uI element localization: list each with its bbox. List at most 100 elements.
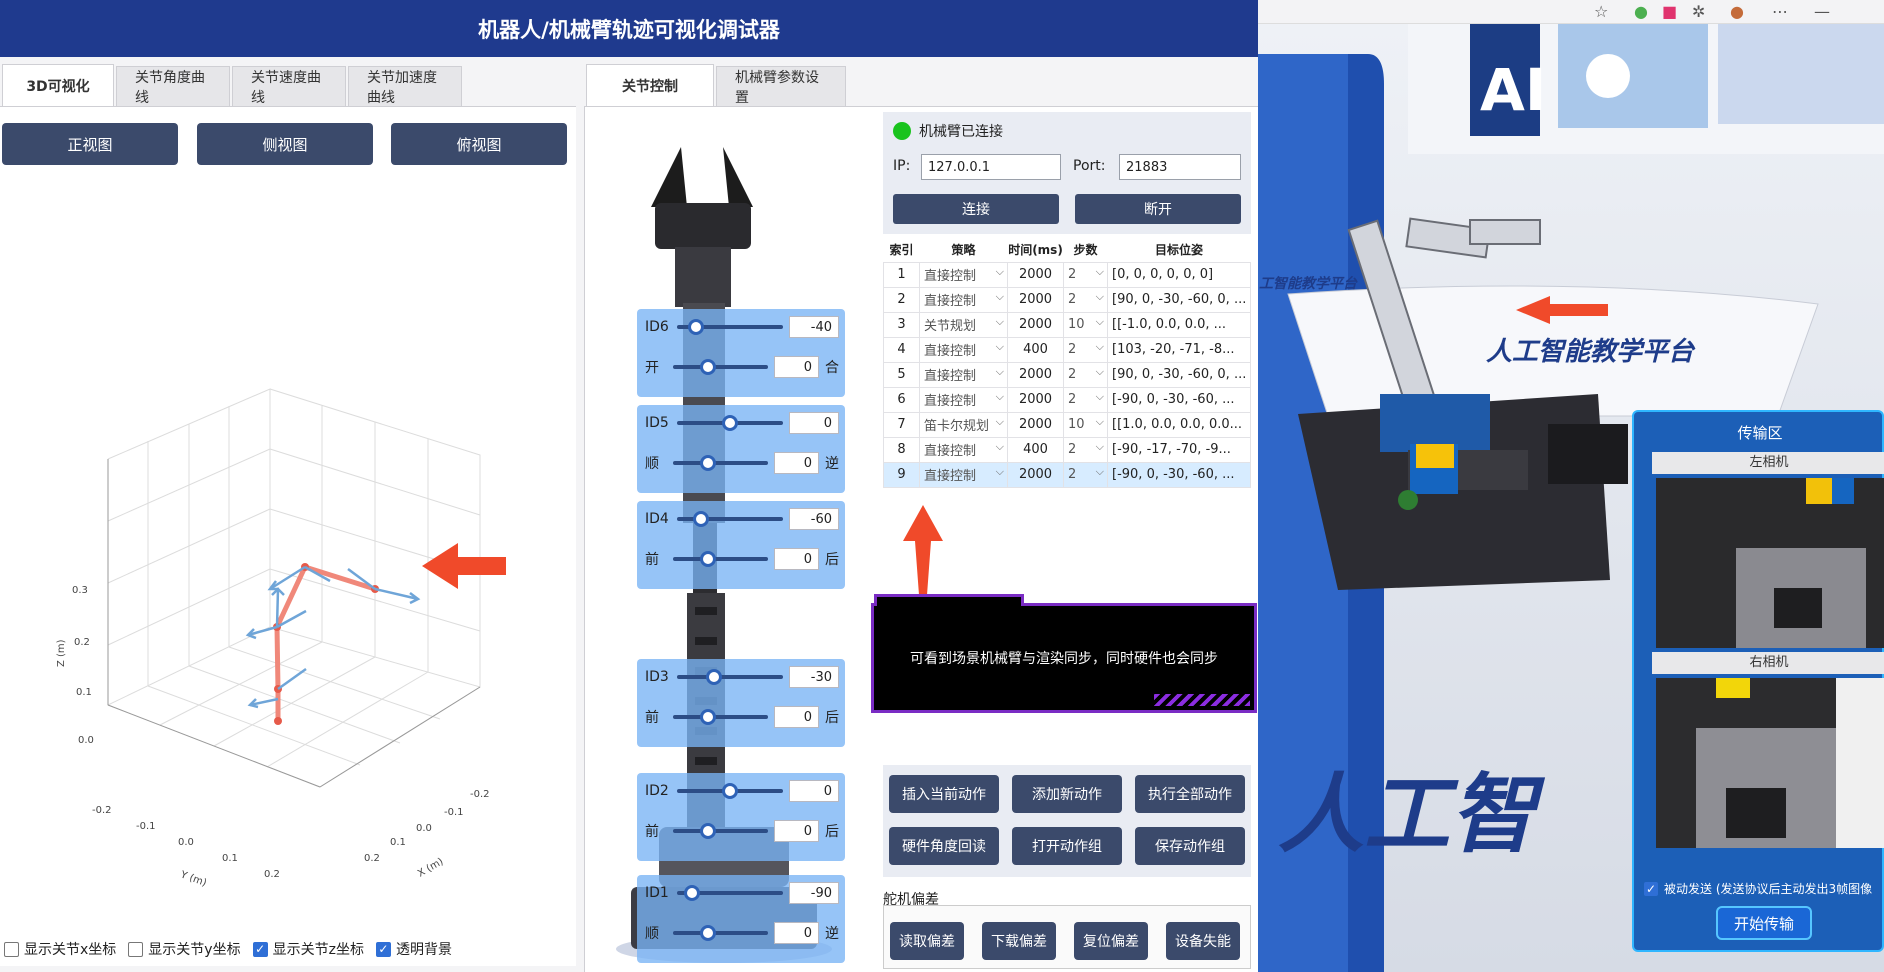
slider-knob[interactable]	[722, 415, 738, 431]
joint-id2-value[interactable]: 0	[789, 780, 839, 802]
tab-joint-acceleration[interactable]: 关节加速度曲线	[348, 66, 462, 106]
top-view-button[interactable]: 俯视图	[391, 123, 567, 165]
steps-select[interactable]: 2	[1063, 436, 1108, 463]
joint-id5-slider[interactable]	[677, 415, 783, 431]
steps-select[interactable]: 10	[1063, 411, 1108, 438]
show-x-checkbox[interactable]: 显示关节x坐标	[4, 939, 116, 959]
table-row[interactable]: 7 笛卡尔规划 2000 10 [[1.0, 0.0, 0.0, 0.0...	[883, 411, 1251, 438]
extension-icon[interactable]: ●	[1634, 2, 1648, 21]
pose-cell[interactable]: [[1.0, 0.0, 0.0, 0.0...	[1107, 411, 1251, 438]
add-action-button[interactable]: 添加新动作	[1012, 775, 1122, 813]
time-cell[interactable]: 2000	[1007, 261, 1064, 288]
checkbox-checked[interactable]: ✓	[1644, 881, 1658, 896]
table-row[interactable]: 2 直接控制 2000 2 [90, 0, -30, -60, 0, ...	[883, 286, 1251, 313]
joint-id2-slider[interactable]	[677, 783, 783, 799]
table-row[interactable]: 5 直接控制 2000 2 [90, 0, -30, -60, 0, ...	[883, 361, 1251, 388]
table-row-selected[interactable]: 9 直接控制 2000 2 [-90, 0, -30, -60, ...	[883, 461, 1251, 488]
joint-id1-slider[interactable]	[677, 885, 783, 901]
strategy-select[interactable]: 直接控制	[919, 436, 1008, 463]
table-row[interactable]: 3 关节规划 2000 10 [[-1.0, 0.0, 0.0, ...	[883, 311, 1251, 338]
slider-knob[interactable]	[684, 885, 701, 901]
tab-joint-velocity[interactable]: 关节速度曲线	[232, 66, 346, 106]
slider-knob[interactable]	[700, 455, 717, 471]
slider-knob[interactable]	[700, 823, 717, 839]
port-input[interactable]: 21883	[1119, 154, 1241, 180]
joint-id6-fine-value[interactable]: 0	[773, 356, 819, 378]
joint-id2-fine-slider[interactable]	[673, 823, 768, 839]
pose-cell[interactable]: [0, 0, 0, 0, 0, 0]	[1107, 261, 1251, 288]
slider-knob[interactable]	[700, 359, 717, 375]
show-y-checkbox[interactable]: 显示关节y坐标	[128, 939, 241, 959]
checkbox-box[interactable]	[128, 941, 144, 957]
pose-cell[interactable]: [[-1.0, 0.0, 0.0, ...	[1107, 311, 1251, 338]
joint-id5-value[interactable]: 0	[789, 412, 839, 434]
tab-3d-view[interactable]: 3D可视化	[2, 64, 114, 106]
download-offset-button[interactable]: 下载偏差	[982, 922, 1056, 960]
strategy-select[interactable]: 关节规划	[919, 311, 1008, 338]
insert-action-button[interactable]: 插入当前动作	[889, 775, 999, 813]
pose-cell[interactable]: [-90, 0, -30, -60, ...	[1107, 461, 1251, 488]
slider-knob[interactable]	[700, 925, 717, 941]
joint-id1-fine-value[interactable]: 0	[773, 922, 819, 944]
steps-select[interactable]: 2	[1063, 336, 1108, 363]
slider-knob[interactable]	[700, 551, 717, 567]
start-transfer-button[interactable]: 开始传输	[1716, 906, 1812, 940]
joint-id5-fine-slider[interactable]	[673, 455, 768, 471]
pose-cell[interactable]: [90, 0, -30, -60, 0, ...	[1107, 286, 1251, 313]
checkbox-checked[interactable]: ✓	[375, 941, 391, 957]
checkbox-box[interactable]	[4, 941, 19, 957]
joint-id3-value[interactable]: -30	[789, 666, 839, 688]
slider-knob[interactable]	[705, 669, 722, 685]
table-row[interactable]: 6 直接控制 2000 2 [-90, 0, -30, -60, ...	[883, 386, 1251, 413]
slider-knob[interactable]	[722, 783, 738, 799]
steps-select[interactable]: 10	[1063, 311, 1108, 338]
strategy-select[interactable]: 直接控制	[919, 361, 1008, 388]
joint-id4-fine-value[interactable]: 0	[773, 548, 819, 570]
disable-device-button[interactable]: 设备失能	[1166, 922, 1240, 960]
open-group-button[interactable]: 打开动作组	[1012, 827, 1122, 865]
side-view-button[interactable]: 侧视图	[197, 123, 373, 165]
time-cell[interactable]: 400	[1007, 436, 1064, 463]
ip-input[interactable]: 127.0.0.1	[921, 154, 1061, 180]
table-row[interactable]: 8 直接控制 400 2 [-90, -17, -70, -9...	[883, 436, 1251, 463]
run-all-button[interactable]: 执行全部动作	[1135, 775, 1245, 813]
time-cell[interactable]: 2000	[1007, 386, 1064, 413]
strategy-select[interactable]: 直接控制	[919, 336, 1008, 363]
transparent-bg-checkbox[interactable]: ✓ 透明背景	[375, 939, 452, 959]
steps-select[interactable]: 2	[1063, 461, 1108, 488]
front-view-button[interactable]: 正视图	[2, 123, 178, 165]
joint-id4-value[interactable]: -60	[789, 508, 839, 530]
time-cell[interactable]: 2000	[1007, 286, 1064, 313]
puzzle-icon[interactable]: ✲	[1692, 2, 1705, 21]
star-icon[interactable]: ☆	[1594, 2, 1608, 21]
steps-select[interactable]: 2	[1063, 386, 1108, 413]
tab-joint-control[interactable]: 关节控制	[586, 64, 714, 106]
read-offset-button[interactable]: 读取偏差	[890, 922, 964, 960]
time-cell[interactable]: 2000	[1007, 311, 1064, 338]
pose-cell[interactable]: [103, -20, -71, -8...	[1107, 336, 1251, 363]
time-cell[interactable]: 2000	[1007, 461, 1064, 488]
tab-joint-angle[interactable]: 关节角度曲线	[116, 66, 230, 106]
pose-cell[interactable]: [-90, -17, -70, -9...	[1107, 436, 1251, 463]
joint-id6-slider[interactable]	[677, 319, 783, 335]
steps-select[interactable]: 2	[1063, 286, 1108, 313]
joint-id3-slider[interactable]	[677, 669, 783, 685]
joint-id5-fine-value[interactable]: 0	[773, 452, 819, 474]
table-row[interactable]: 4 直接控制 400 2 [103, -20, -71, -8...	[883, 336, 1251, 363]
strategy-select[interactable]: 直接控制	[919, 261, 1008, 288]
slider-knob[interactable]	[687, 319, 704, 335]
time-cell[interactable]: 2000	[1007, 411, 1064, 438]
extension-icon[interactable]: ■	[1662, 2, 1677, 21]
strategy-select[interactable]: 直接控制	[919, 461, 1008, 488]
auto-send-checkbox[interactable]: ✓ 被动发送 (发送协议后主动发出3帧图像	[1644, 880, 1872, 897]
3d-plot[interactable]: 0.3 0.2 0.1 0.0 -0.2 -0.1 0.0 0.1 0.2 -0…	[0, 177, 576, 897]
joint-id3-fine-slider[interactable]	[673, 709, 768, 725]
checkbox-checked[interactable]: ✓	[252, 941, 268, 957]
disconnect-button[interactable]: 断开	[1075, 194, 1241, 224]
time-cell[interactable]: 400	[1007, 336, 1064, 363]
connect-button[interactable]: 连接	[893, 194, 1059, 224]
pose-cell[interactable]: [-90, 0, -30, -60, ...	[1107, 386, 1251, 413]
time-cell[interactable]: 2000	[1007, 361, 1064, 388]
joint-id3-fine-value[interactable]: 0	[773, 706, 819, 728]
joint-id1-fine-slider[interactable]	[673, 925, 768, 941]
